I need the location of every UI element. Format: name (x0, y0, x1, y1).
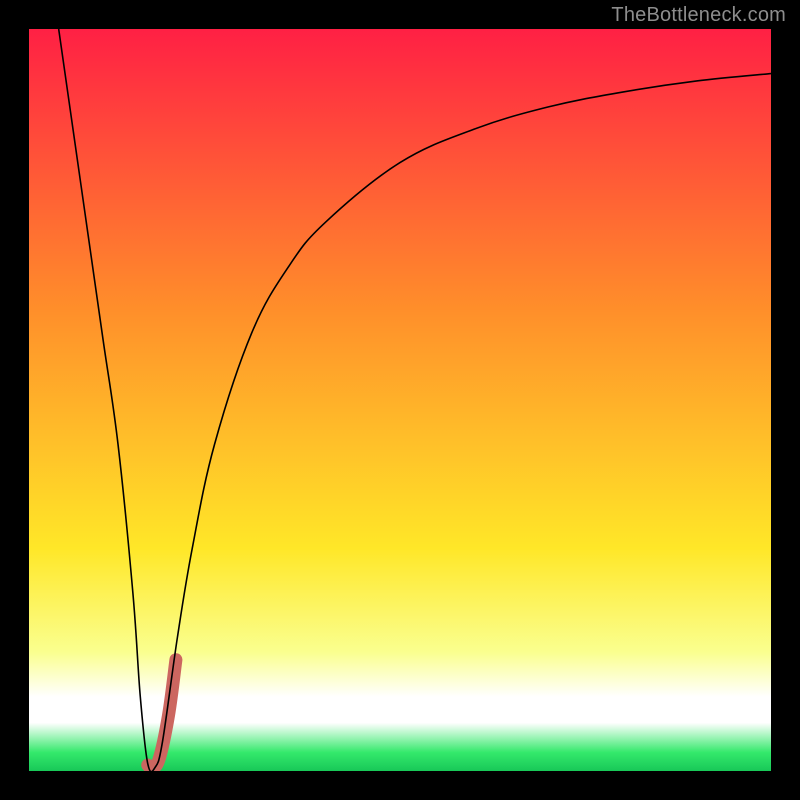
plot-area (29, 29, 771, 771)
chart-frame: TheBottleneck.com (0, 0, 800, 800)
chart-svg (29, 29, 771, 771)
watermark-text: TheBottleneck.com (611, 4, 786, 27)
gradient-background (29, 29, 771, 771)
